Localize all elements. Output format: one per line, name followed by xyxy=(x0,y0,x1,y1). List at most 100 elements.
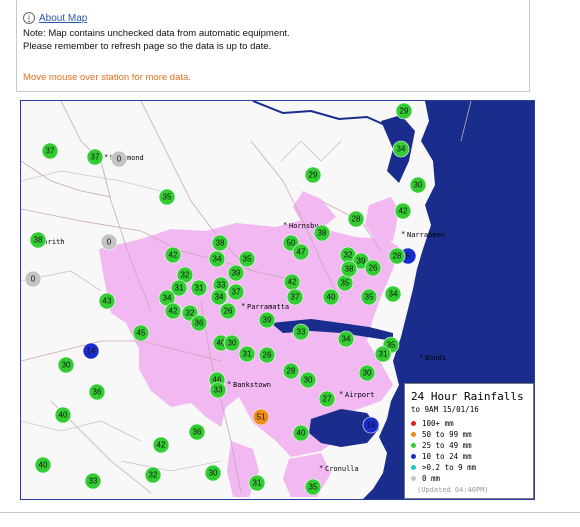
rain-station[interactable]: 42 xyxy=(394,202,412,220)
rain-station[interactable]: 34 xyxy=(384,285,402,303)
station-value: 5 xyxy=(406,252,411,261)
rain-station[interactable]: 30 xyxy=(358,364,376,382)
rain-station[interactable]: 28 xyxy=(347,210,365,228)
legend-label: 10 to 24 mm xyxy=(422,452,472,461)
rain-station[interactable]: 42 xyxy=(152,436,170,454)
rain-station[interactable]: 28 xyxy=(282,362,300,380)
rain-station[interactable]: 31 xyxy=(190,279,208,297)
rain-station[interactable]: 30 xyxy=(204,464,222,482)
rain-station[interactable]: 38 xyxy=(340,260,358,278)
legend-label: 0 mm xyxy=(422,474,441,483)
rain-station[interactable]: 38 xyxy=(313,224,331,242)
rain-station[interactable]: 35 xyxy=(238,250,256,268)
rain-station[interactable]: 30 xyxy=(57,356,75,374)
rain-station[interactable]: 30 xyxy=(299,371,317,389)
station-value: 38 xyxy=(345,265,354,274)
town-marker-icon: * xyxy=(319,464,323,472)
rain-station[interactable]: 36 xyxy=(188,423,206,441)
rain-station[interactable]: 42 xyxy=(164,246,182,264)
rain-station[interactable]: 35 xyxy=(158,188,176,206)
rain-station[interactable]: 35 xyxy=(336,274,354,292)
station-value: 35 xyxy=(341,279,350,288)
town-label: Bankstown xyxy=(233,381,271,389)
rain-station[interactable]: 0 xyxy=(24,270,42,288)
rain-station[interactable]: 31 xyxy=(248,474,266,492)
town-marker-icon: * xyxy=(401,230,405,238)
town-marker-icon: * xyxy=(227,380,231,388)
rain-station[interactable]: 14 xyxy=(82,342,100,360)
station-value: 40 xyxy=(327,293,336,302)
rain-station[interactable]: 42 xyxy=(283,273,301,291)
station-value: 35 xyxy=(243,255,252,264)
about-map-link[interactable]: i About Map xyxy=(23,12,87,24)
rain-station[interactable]: 35 xyxy=(304,478,322,496)
rain-station[interactable]: 37 xyxy=(41,142,59,160)
rain-station[interactable]: 37 xyxy=(286,288,304,306)
rain-station[interactable]: 26 xyxy=(219,302,237,320)
rain-station[interactable]: 36 xyxy=(190,314,208,332)
rain-station[interactable]: 38 xyxy=(29,231,47,249)
rain-station[interactable]: 33 xyxy=(209,381,227,399)
rain-station[interactable]: 37 xyxy=(86,148,104,166)
rain-station[interactable]: 26 xyxy=(258,346,276,364)
legend-label: 50 to 99 mm xyxy=(422,430,472,439)
station-value: 30 xyxy=(209,469,218,478)
note-line-2: Please remember to refresh page so the d… xyxy=(23,41,272,52)
rain-station[interactable]: 42 xyxy=(164,302,182,320)
rain-station[interactable]: 33 xyxy=(292,323,310,341)
station-value: 32 xyxy=(344,251,353,260)
rain-station[interactable]: 37 xyxy=(227,283,245,301)
rain-station[interactable]: 33 xyxy=(84,472,102,490)
station-value: 45 xyxy=(137,329,146,338)
rain-station[interactable]: 27 xyxy=(318,390,336,408)
station-value: 36 xyxy=(93,388,102,397)
rain-station[interactable]: 34 xyxy=(210,288,228,306)
rain-station[interactable]: 28 xyxy=(388,247,406,265)
rain-station[interactable]: 40 xyxy=(322,288,340,306)
station-value: 38 xyxy=(216,239,225,248)
rain-station[interactable]: 32 xyxy=(144,466,162,484)
rain-station[interactable]: 0 xyxy=(100,233,118,251)
rain-station[interactable]: 19 xyxy=(362,416,380,434)
rain-station[interactable]: 39 xyxy=(258,311,276,329)
station-value: 39 xyxy=(232,269,241,278)
rain-station[interactable]: 35 xyxy=(360,288,378,306)
station-value: 37 xyxy=(232,288,241,297)
rain-station[interactable]: 29 xyxy=(304,166,322,184)
rain-station[interactable]: 40 xyxy=(292,424,310,442)
rain-station[interactable]: 31 xyxy=(238,345,256,363)
rain-station[interactable]: 34 xyxy=(208,250,226,268)
rain-station[interactable]: 45 xyxy=(132,324,150,342)
rain-station[interactable]: 43 xyxy=(98,292,116,310)
station-value: 40 xyxy=(59,411,68,420)
rain-station[interactable]: 34 xyxy=(392,140,410,158)
rain-station[interactable]: 29 xyxy=(395,102,413,120)
rain-station[interactable]: 0 xyxy=(110,150,128,168)
station-value: 42 xyxy=(169,251,178,260)
station-value: 0 xyxy=(31,275,36,284)
station-value: 27 xyxy=(323,395,332,404)
rain-station[interactable]: 30 xyxy=(223,334,241,352)
station-value: 34 xyxy=(389,290,398,299)
station-value: 42 xyxy=(399,207,408,216)
rain-station[interactable]: 36 xyxy=(88,383,106,401)
rain-station[interactable]: 38 xyxy=(211,234,229,252)
station-value: 32 xyxy=(181,271,190,280)
rain-station[interactable]: 26 xyxy=(364,259,382,277)
station-value: 38 xyxy=(34,236,43,245)
rain-station[interactable]: 40 xyxy=(34,456,52,474)
town-marker-icon: * xyxy=(241,302,245,310)
rain-station[interactable]: 47 xyxy=(292,243,310,261)
station-value: 43 xyxy=(103,297,112,306)
rain-station[interactable]: 30 xyxy=(409,176,427,194)
rain-station[interactable]: 31 xyxy=(374,345,392,363)
rain-station[interactable]: 51 xyxy=(252,408,270,426)
rain-station[interactable]: 34 xyxy=(337,330,355,348)
legend-dot xyxy=(411,421,416,426)
rain-station[interactable]: 40 xyxy=(54,406,72,424)
station-value: 0 xyxy=(107,238,112,247)
rain-station[interactable]: 39 xyxy=(227,264,245,282)
legend-row-25-49: 25 to 49 mm xyxy=(411,440,533,451)
town-bondi: * Bondi xyxy=(419,353,446,362)
about-map-label[interactable]: About Map xyxy=(39,13,87,24)
